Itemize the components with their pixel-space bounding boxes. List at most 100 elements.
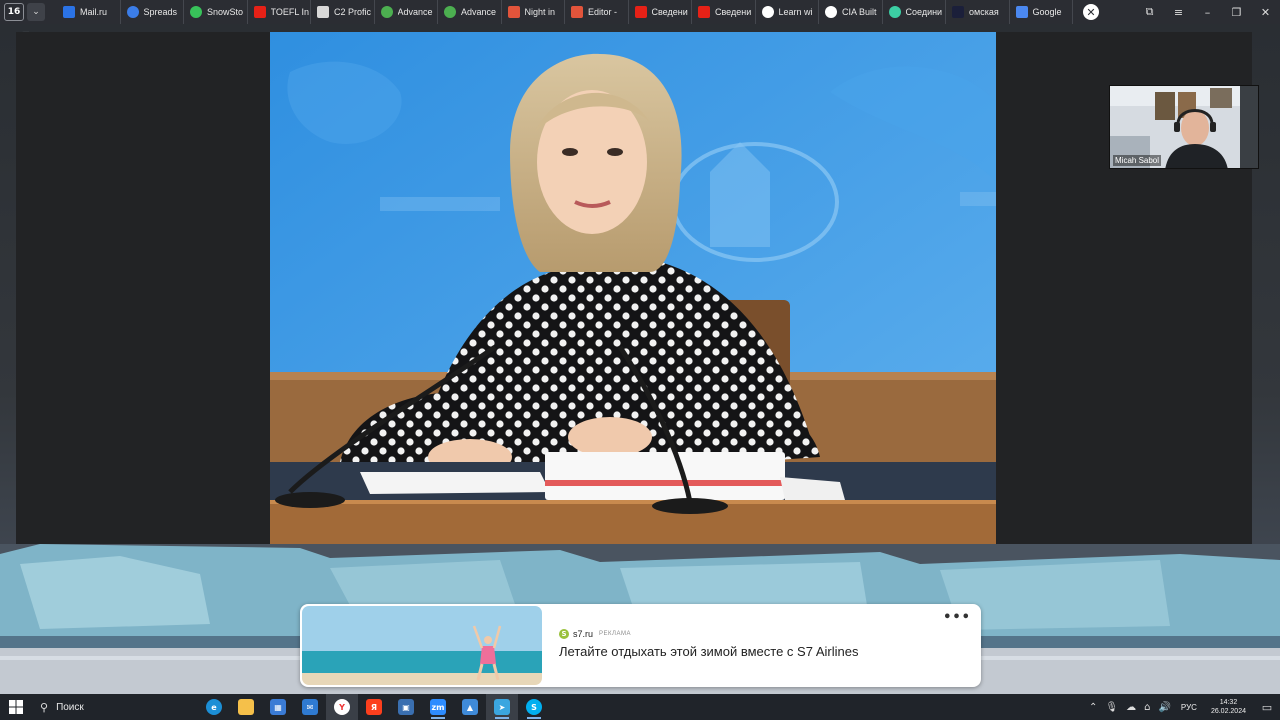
video-call-window: Micah Sabol (16, 32, 1259, 544)
taskbar-app-photos[interactable]: ▲ (454, 694, 486, 720)
search-icon: ⚲ (40, 700, 49, 714)
ad-banner[interactable]: S s7.ru РЕКЛАМА Летайте отдыхать этой зи… (300, 604, 981, 687)
ad-headline[interactable]: Летайте отдыхать этой зимой вместе с S7 … (559, 644, 858, 659)
network-icon[interactable]: ⌂ (1144, 702, 1150, 713)
ad-image[interactable] (302, 606, 542, 685)
youtube-icon (698, 6, 710, 18)
microphone-icon[interactable]: 🎙 (1105, 702, 1118, 713)
tab-list: Mail.ru Spreads SnowSto TOEFL In C2 Profic Ad… (57, 0, 1073, 24)
browser-tab[interactable]: омская (946, 0, 1010, 24)
taskbar-app-zoom[interactable]: zm (422, 694, 454, 720)
notifications-icon[interactable]: ▭ (1254, 701, 1280, 714)
collections-icon[interactable]: ⧉ (1135, 5, 1164, 19)
spreadsheet-icon (126, 6, 139, 18)
close-window-button[interactable]: ✕ (1251, 6, 1280, 19)
taskbar: ⚲ Поиск e ▦ ✉ Y Я ▣ zm ▲ ➤ S ⌃ 🎙 ☁ ⌂ 🔊 РУС 14:32 … (0, 694, 1280, 720)
participant-name-label: Micah Sabol (1113, 155, 1162, 166)
tab-title: Learn wi (778, 7, 813, 17)
ad-label: РЕКЛАМА (599, 631, 631, 637)
youtube-icon (253, 6, 266, 18)
taskbar-app-file-explorer[interactable] (230, 694, 262, 720)
close-tab-icon[interactable]: ✕ (1083, 4, 1099, 20)
mail-app-icon: ✉ (302, 699, 318, 715)
photos-icon: ▲ (462, 699, 478, 715)
google-icon (761, 6, 774, 18)
maximize-button[interactable]: ❐ (1222, 6, 1251, 19)
tab-title: CIA Built (842, 7, 877, 17)
browser-tab[interactable]: CIA Built (819, 0, 883, 24)
cloud-icon[interactable]: ☁ (1126, 702, 1136, 713)
clock-time: 14:32 (1219, 699, 1238, 706)
ad-domain[interactable]: s7.ru (573, 629, 593, 639)
tab-title: Night in (524, 7, 556, 17)
taskbar-app-yandex[interactable]: Я (358, 694, 390, 720)
browser-tab[interactable]: Соедини (883, 0, 946, 24)
language-indicator[interactable]: РУС (1181, 703, 1197, 712)
chevron-down-icon[interactable]: ⌄ (27, 3, 45, 21)
tab-title: омская (969, 7, 999, 17)
document-icon (317, 6, 329, 18)
spreadsheet-icon (444, 6, 456, 18)
browser-tab[interactable]: SnowSto (184, 0, 248, 24)
store-icon: ▦ (270, 699, 286, 715)
browser-tab[interactable]: Learn wi (756, 0, 819, 24)
generic-app-icon: ▣ (398, 699, 414, 715)
volume-icon[interactable]: 🔊 (1158, 702, 1170, 713)
tab-title: Сведени (715, 7, 752, 17)
taskbar-app-store[interactable]: ▦ (262, 694, 294, 720)
skype-icon: S (526, 699, 542, 715)
browser-tab[interactable]: Advance (375, 0, 438, 24)
tab-title: Сведени (651, 7, 688, 17)
yandex-icon: Я (366, 699, 382, 715)
tab-title: Mail.ru (80, 7, 108, 17)
tab-title: Advance (397, 7, 433, 17)
shared-screen-photo (270, 32, 996, 544)
taskbar-app-skype[interactable]: S (518, 694, 550, 720)
taskbar-app-generic-app[interactable]: ▣ (390, 694, 422, 720)
yandex-browser-icon: Y (334, 699, 350, 715)
edge-icon: e (206, 699, 222, 715)
translate-icon (1015, 6, 1028, 18)
browser-tab[interactable]: Editor - (565, 0, 629, 24)
browser-tab[interactable]: TOEFL In (248, 0, 311, 24)
window-controls: ⧉ ≡ – ❐ ✕ (1135, 0, 1280, 24)
tab-title: Advance (461, 7, 497, 17)
line-icon (571, 6, 583, 18)
browser-tab[interactable]: Сведени (692, 0, 756, 24)
browser-tab[interactable]: Advance (438, 0, 502, 24)
ad-source: S s7.ru РЕКЛАМА (559, 629, 631, 639)
browser-tab[interactable]: C2 Profic (311, 0, 375, 24)
more-options-icon[interactable]: ••• (943, 610, 971, 625)
tab-title: Соедини (905, 7, 943, 17)
windows-logo-icon (9, 700, 23, 714)
youtube-icon (634, 6, 647, 18)
menu-icon[interactable]: ≡ (1164, 6, 1193, 19)
taskbar-search[interactable]: ⚲ Поиск (32, 694, 168, 720)
taskbar-app-yandex-browser[interactable]: Y (326, 694, 358, 720)
globe-icon (825, 6, 837, 18)
tab-title: Editor - (588, 7, 618, 17)
browser-tab[interactable]: Night in (502, 0, 565, 24)
tab-counter-button[interactable]: 16 (4, 3, 24, 21)
chevron-up-icon[interactable]: ⌃ (1089, 702, 1097, 713)
press-briefing-image (270, 32, 996, 544)
minimize-button[interactable]: – (1193, 6, 1222, 19)
browser-tab[interactable]: Google (1010, 0, 1073, 24)
spreadsheet-icon (380, 6, 393, 18)
zoom-icon: zm (430, 699, 446, 715)
taskbar-app-mail-app[interactable]: ✉ (294, 694, 326, 720)
tab-title: TOEFL In (270, 7, 310, 17)
browser-tab[interactable]: Spreads (121, 0, 184, 24)
taskbar-app-telegram[interactable]: ➤ (486, 694, 518, 720)
taskbar-app-list: e ▦ ✉ Y Я ▣ zm ▲ ➤ S (198, 694, 550, 720)
tab-title: Google (1032, 7, 1062, 17)
taskbar-app-edge[interactable]: e (198, 694, 230, 720)
clock[interactable]: 14:32 26.02.2024 (1211, 698, 1246, 716)
browser-tab-strip: 16 ⌄ Mail.ru Spreads SnowSto TOEFL In C2 Pro… (0, 0, 1280, 24)
browser-tab[interactable]: Сведени (629, 0, 692, 24)
participant-video-tile[interactable]: Micah Sabol (1109, 85, 1259, 169)
mail-icon (63, 6, 75, 18)
start-button[interactable] (0, 694, 32, 720)
browser-tab[interactable]: Mail.ru (57, 0, 121, 24)
play-icon (888, 6, 901, 18)
